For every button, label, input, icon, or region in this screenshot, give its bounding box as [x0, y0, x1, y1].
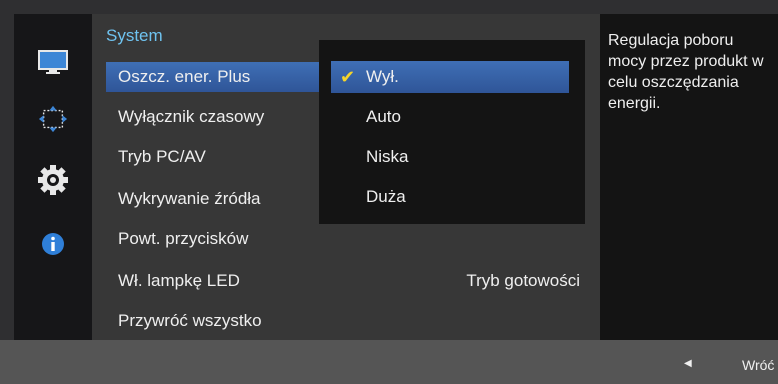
option-auto[interactable]: Auto	[331, 101, 569, 133]
option-label: Duża	[366, 187, 406, 206]
menu-item-label: Powt. przycisków	[118, 229, 249, 248]
gear-icon[interactable]	[38, 165, 68, 195]
menu-item-power-saving[interactable]: Oszcz. ener. Plus	[106, 62, 326, 92]
option-off[interactable]: ✔ Wył.	[331, 61, 569, 93]
option-label: Auto	[366, 107, 401, 126]
footer-bar	[0, 340, 778, 384]
menu-item-label: Wyłącznik czasowy	[118, 107, 265, 126]
menu-title: System	[106, 26, 163, 45]
option-high[interactable]: Duża	[331, 181, 569, 213]
menu-item-label: Tryb PC/AV	[118, 147, 206, 166]
menu-item-source-detection[interactable]: Wykrywanie źródła	[106, 184, 326, 214]
menu-item-reset-all[interactable]: Przywróć wszystko	[106, 306, 326, 336]
menu-item-label: Wł. lampkę LED	[118, 271, 240, 290]
menu-item-key-repeat[interactable]: Powt. przycisków	[106, 224, 326, 254]
menu-item-label: Oszcz. ener. Plus	[118, 67, 251, 86]
help-text: Regulacja poboru mocy przez produkt w ce…	[608, 32, 764, 112]
checkmark-icon: ✔	[340, 67, 356, 87]
category-rail	[14, 14, 92, 340]
help-panel: Regulacja poboru mocy przez produkt w ce…	[600, 14, 778, 340]
option-low[interactable]: Niska	[331, 141, 569, 173]
monitor-icon[interactable]	[38, 48, 68, 78]
option-label: Wył.	[366, 67, 399, 86]
back-arrow-icon: ◀	[684, 358, 692, 369]
menu-item-label: Wykrywanie źródła	[118, 189, 261, 208]
option-label: Niska	[366, 147, 409, 166]
back-button-label[interactable]: Wróć	[742, 357, 774, 373]
power-led-value: Tryb gotowości	[466, 271, 580, 290]
resize-arrows-icon[interactable]	[38, 104, 68, 134]
info-icon[interactable]	[38, 229, 68, 259]
power-saving-options: ✔ Wył. Auto Niska Duża	[319, 40, 585, 224]
menu-item-power-led[interactable]: Wł. lampkę LED	[106, 266, 326, 296]
menu-item-off-timer[interactable]: Wyłącznik czasowy	[106, 102, 326, 132]
menu-item-pc-av-mode[interactable]: Tryb PC/AV	[106, 142, 326, 172]
menu-item-label: Przywróć wszystko	[118, 311, 262, 330]
